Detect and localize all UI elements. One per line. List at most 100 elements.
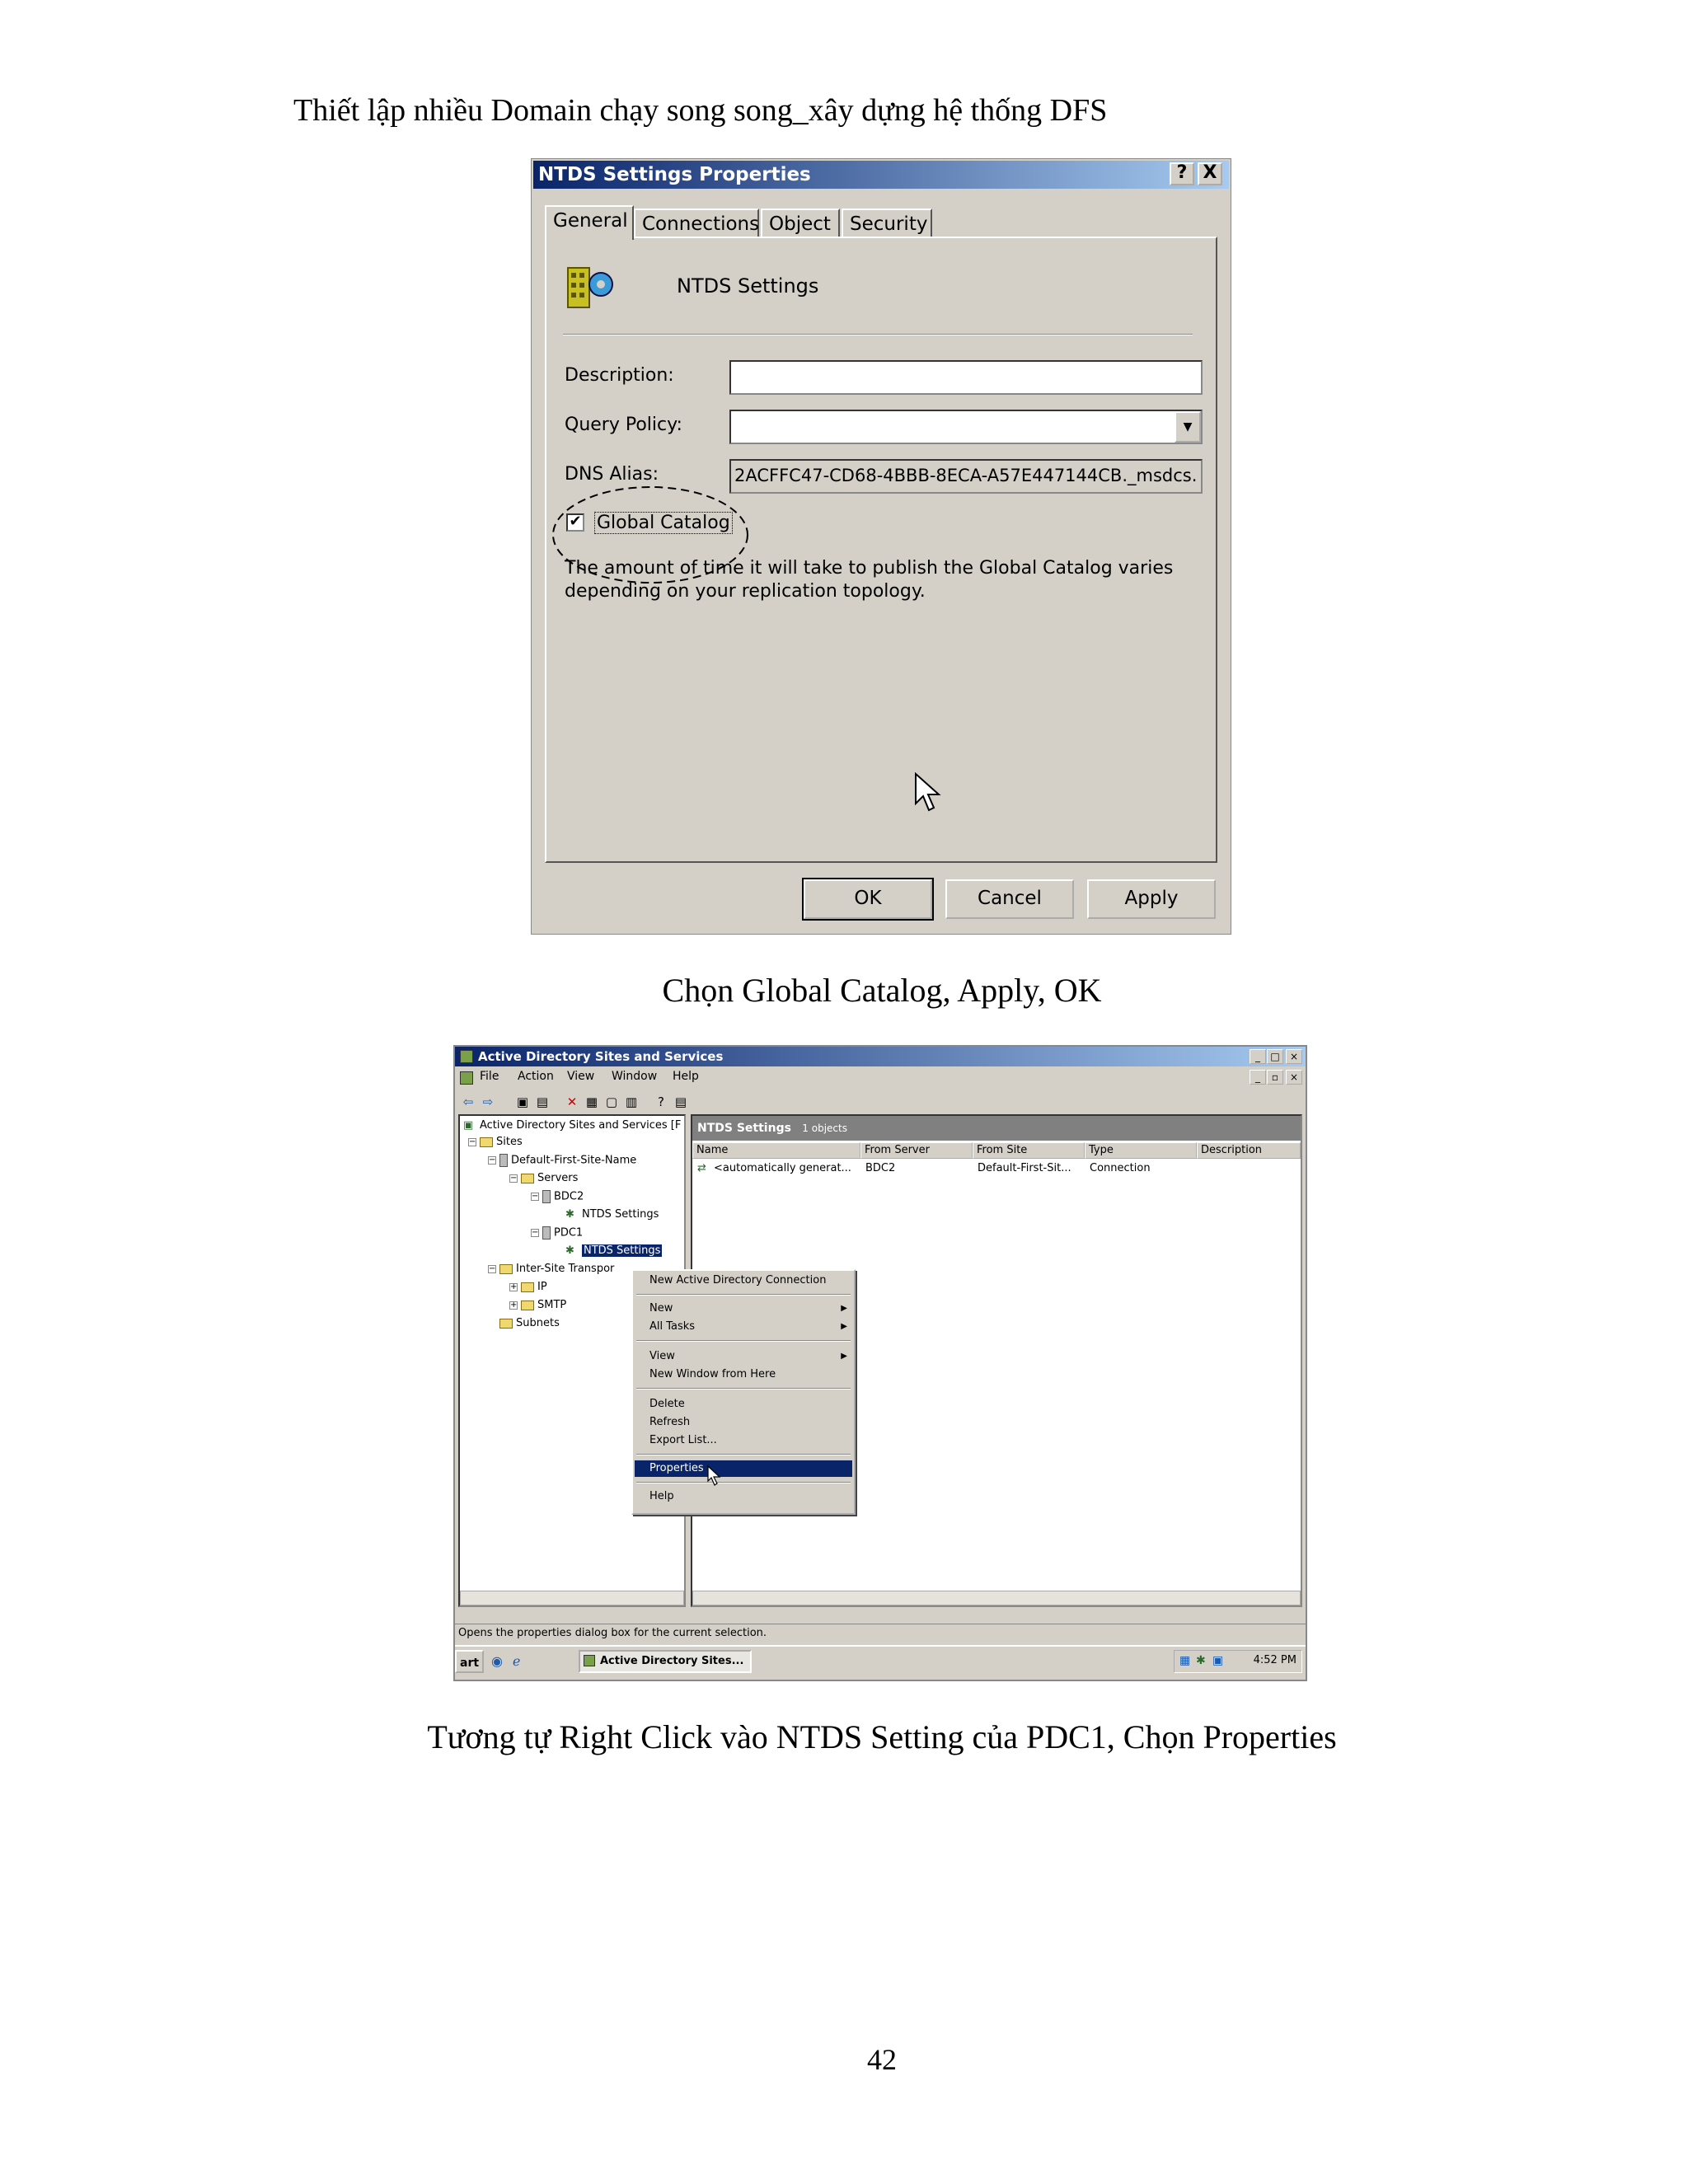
window-title: Active Directory Sites and Services (455, 1047, 1306, 1066)
refresh-icon[interactable]: ▢ (603, 1094, 620, 1109)
menu-view[interactable]: View (649, 1350, 675, 1362)
start-button[interactable]: art (455, 1650, 485, 1673)
close-button[interactable]: X (1198, 162, 1222, 185)
menu-view[interactable]: View (567, 1070, 594, 1083)
up-folder-icon[interactable]: ▣ (514, 1094, 531, 1109)
system-tray: ▦ ✱ ▣ 4:52 PM (1174, 1650, 1302, 1673)
info-line-2: depending on your replication topology. (565, 581, 926, 602)
tree-smtp[interactable]: + SMTP (509, 1299, 566, 1311)
menu-properties[interactable]: Properties (635, 1460, 852, 1477)
tree-ip[interactable]: + IP (509, 1281, 547, 1293)
forward-icon[interactable]: ⇨ (480, 1094, 496, 1109)
show-tree-icon[interactable]: ▤ (534, 1094, 551, 1109)
menu-all-tasks[interactable]: All Tasks (649, 1320, 695, 1333)
chevron-down-icon[interactable]: ▼ (1175, 411, 1201, 443)
status-bar: Opens the properties dialog box for the … (455, 1624, 1306, 1643)
collapse-icon[interactable]: − (488, 1156, 496, 1165)
collapse-icon[interactable]: − (488, 1264, 496, 1273)
export-icon[interactable]: ▥ (623, 1094, 640, 1109)
tray-icon[interactable]: ✱ (1196, 1654, 1206, 1667)
col-name[interactable]: Name (692, 1142, 860, 1159)
col-type[interactable]: Type (1085, 1142, 1197, 1159)
taskbar: art ◉ ℯ Active Directory Sites... ▦ ✱ ▣ … (455, 1645, 1306, 1680)
tree-bdc2-ntds[interactable]: ✱ NTDS Settings (565, 1208, 659, 1221)
info-line-1: The amount of time it will take to publi… (565, 558, 1174, 579)
clock: 4:52 PM (1253, 1654, 1296, 1666)
col-from-server[interactable]: From Server (860, 1142, 973, 1159)
ok-button[interactable]: OK (802, 878, 934, 921)
help-button[interactable]: ? (1170, 162, 1194, 185)
details-header: NTDS Settings 1 objects (692, 1116, 1301, 1141)
tree-subnets[interactable]: Subnets (499, 1317, 560, 1329)
expand-icon[interactable]: + (509, 1282, 518, 1291)
console-icon[interactable]: ▤ (673, 1094, 689, 1109)
menu-new[interactable]: New (649, 1302, 673, 1315)
tree-hscroll[interactable] (460, 1591, 684, 1605)
object-name: NTDS Settings (677, 274, 819, 298)
mouse-cursor-icon (915, 772, 941, 812)
collapse-icon[interactable]: − (531, 1229, 539, 1237)
tree-servers[interactable]: − Servers (509, 1172, 578, 1184)
menu-export-list[interactable]: Export List... (649, 1434, 717, 1446)
delete-icon[interactable]: ✕ (564, 1094, 580, 1109)
cancel-button[interactable]: Cancel (945, 879, 1074, 919)
menu-delete[interactable]: Delete (649, 1398, 685, 1410)
col-from-site[interactable]: From Site (973, 1142, 1085, 1159)
menu-help[interactable]: Help (649, 1490, 674, 1502)
document-header: Thiết lập nhiều Domain chạy song song_xâ… (293, 93, 1108, 128)
page-number: 42 (867, 2043, 897, 2076)
query-policy-select[interactable]: ▼ (729, 410, 1203, 444)
tree-inter-site[interactable]: − Inter-Site Transpor (488, 1263, 614, 1275)
maximize-button[interactable]: □ (1267, 1049, 1283, 1064)
col-description[interactable]: Description (1197, 1142, 1301, 1159)
network-icon[interactable]: ▦ (1179, 1654, 1190, 1667)
tab-security[interactable]: Security (842, 209, 932, 238)
folder-icon (521, 1282, 534, 1292)
divider (563, 334, 1193, 335)
tree-pdc1[interactable]: − PDC1 (531, 1226, 583, 1240)
description-field[interactable] (729, 360, 1203, 395)
tree-default-site[interactable]: − Default-First-Site-Name (488, 1154, 636, 1167)
menu-help[interactable]: Help (673, 1070, 699, 1083)
menu-file[interactable]: File (480, 1070, 499, 1083)
collapse-icon[interactable]: − (509, 1174, 518, 1183)
taskbar-app-button[interactable]: Active Directory Sites... (579, 1650, 752, 1673)
apply-button[interactable]: Apply (1087, 879, 1216, 919)
collapse-icon[interactable]: − (531, 1193, 539, 1201)
tree-default-site-label: Default-First-Site-Name (511, 1154, 637, 1167)
tree-root[interactable]: ▣ Active Directory Sites and Services [F (463, 1119, 681, 1132)
help-icon[interactable]: ? (653, 1094, 669, 1109)
back-icon[interactable]: ⇦ (460, 1094, 476, 1109)
child-restore-button[interactable]: ▫ (1267, 1070, 1283, 1085)
menu-action[interactable]: Action (518, 1070, 554, 1083)
tab-connections[interactable]: Connections (634, 209, 759, 238)
tree-sites[interactable]: − Sites (468, 1136, 523, 1148)
tree-pdc1-ntds[interactable]: ✱ NTDS Settings (565, 1244, 663, 1257)
menu-separator (636, 1388, 851, 1390)
dns-alias-field[interactable]: 2ACFFC47-CD68-4BBB-8ECA-A57E447144CB._ms… (729, 459, 1203, 494)
menu-new-window[interactable]: New Window from Here (649, 1368, 776, 1380)
properties-icon[interactable]: ▦ (584, 1094, 600, 1109)
menu-window[interactable]: Window (612, 1070, 657, 1083)
tree-subnets-label: Subnets (516, 1317, 560, 1329)
tab-general[interactable]: General (545, 205, 634, 240)
details-hscroll[interactable] (692, 1591, 1301, 1605)
expand-icon[interactable]: + (509, 1301, 518, 1310)
child-close-button[interactable]: × (1286, 1070, 1302, 1085)
minimize-button[interactable]: _ (1250, 1049, 1266, 1064)
ie-icon[interactable]: ℯ (513, 1653, 529, 1670)
mouse-cursor-icon (707, 1465, 721, 1486)
child-minimize-button[interactable]: _ (1250, 1070, 1266, 1085)
quick-launch-icon[interactable]: ◉ (491, 1653, 508, 1670)
query-policy-label: Query Policy: (565, 415, 682, 435)
tab-object[interactable]: Object (761, 209, 840, 238)
tray-icon[interactable]: ▣ (1212, 1654, 1223, 1667)
tree-pdc1-ntds-label: NTDS Settings (582, 1244, 663, 1257)
menu-new-ad-connection[interactable]: New Active Directory Connection (649, 1274, 826, 1286)
menu-refresh[interactable]: Refresh (649, 1416, 690, 1428)
submenu-arrow-icon: ▶ (841, 1304, 847, 1313)
close-button[interactable]: × (1286, 1049, 1302, 1064)
context-menu: New Active Directory Connection New ▶ Al… (631, 1269, 856, 1515)
collapse-icon[interactable]: − (468, 1137, 476, 1146)
tree-bdc2[interactable]: − BDC2 (531, 1190, 584, 1203)
